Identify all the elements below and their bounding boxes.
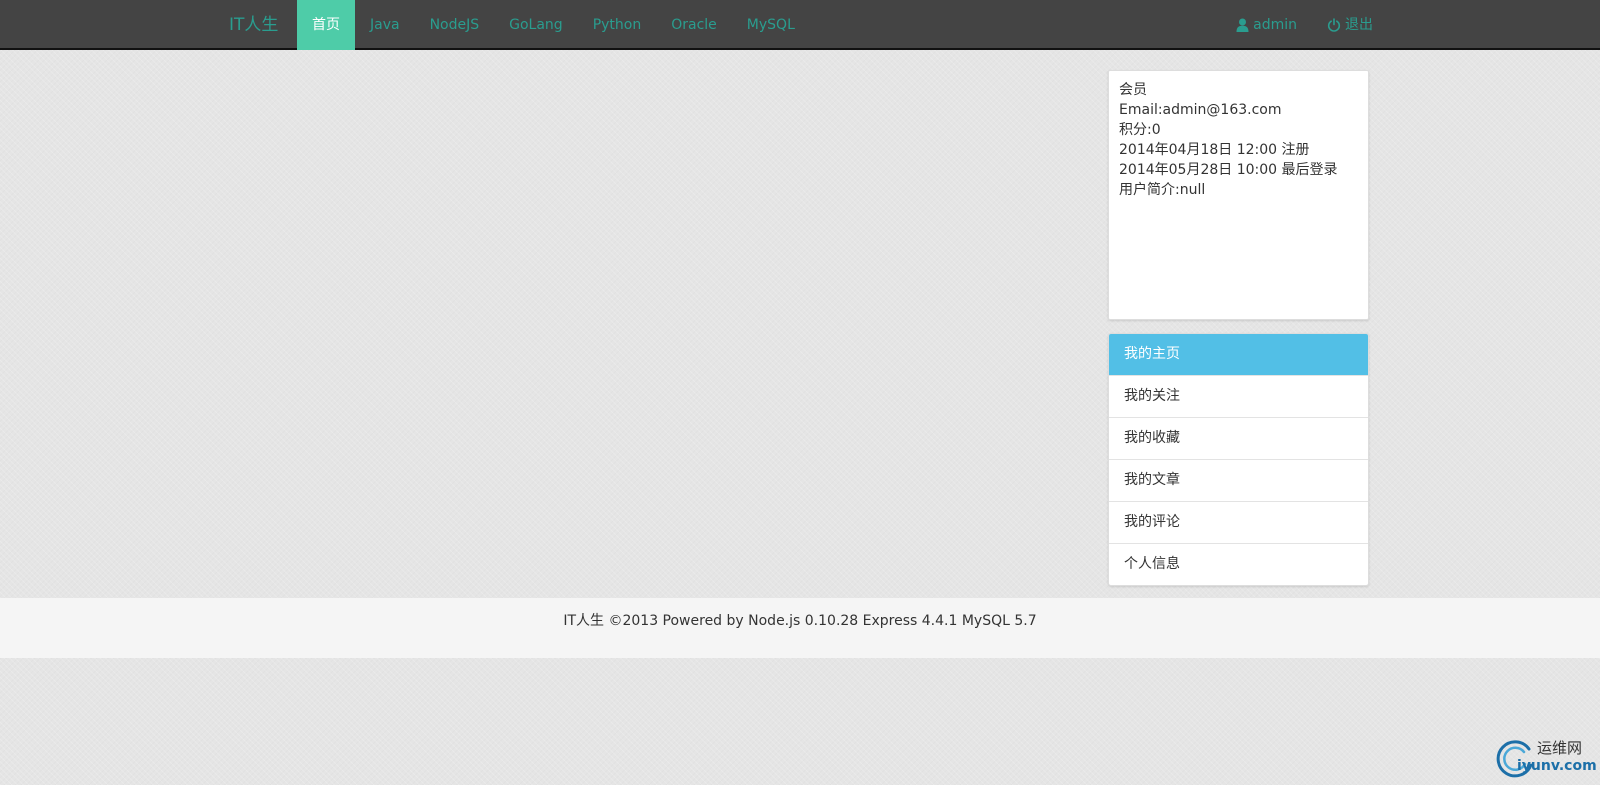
menu-item-personal-info[interactable]: 个人信息 bbox=[1109, 543, 1368, 585]
footer-text: IT人生 ©2013 Powered by Node.js 0.10.28 Ex… bbox=[563, 613, 1037, 629]
user-link[interactable]: admin bbox=[1236, 0, 1297, 50]
menu-item-my-follows[interactable]: 我的关注 bbox=[1109, 375, 1368, 417]
menu-item-my-articles[interactable]: 我的文章 bbox=[1109, 459, 1368, 501]
watermark-logo: 运维网 iyunv.com bbox=[1495, 735, 1597, 781]
profile-last-login: 2014年05月28日 10:00 最后登录 bbox=[1119, 162, 1338, 178]
user-nav: admin 退出 bbox=[1236, 0, 1373, 50]
user-label: admin bbox=[1253, 17, 1297, 33]
nav-item-home[interactable]: 首页 bbox=[297, 0, 355, 50]
profile-registered: 2014年04月18日 12:00 注册 bbox=[1119, 142, 1310, 158]
footer: IT人生 ©2013 Powered by Node.js 0.10.28 Ex… bbox=[0, 598, 1600, 658]
profile-points: 积分:0 bbox=[1119, 122, 1161, 138]
nav-item-java[interactable]: Java bbox=[355, 0, 415, 50]
top-navbar: IT人生 首页 Java NodeJS GoLang Python Oracle… bbox=[0, 0, 1600, 50]
profile-email: Email:admin@163.com bbox=[1119, 102, 1282, 118]
watermark-text-en: iyunv.com bbox=[1517, 758, 1597, 774]
profile-bio: 用户简介:null bbox=[1119, 182, 1206, 198]
nav-item-oracle[interactable]: Oracle bbox=[656, 0, 732, 50]
profile-role: 会员 bbox=[1119, 82, 1147, 98]
watermark-text-cn: 运维网 bbox=[1537, 739, 1583, 757]
menu-item-my-favorites[interactable]: 我的收藏 bbox=[1109, 417, 1368, 459]
profile-card: 会员 Email:admin@163.com 积分:0 2014年04月18日 … bbox=[1108, 70, 1369, 320]
power-icon bbox=[1327, 18, 1341, 32]
nav-item-nodejs[interactable]: NodeJS bbox=[415, 0, 495, 50]
brand-link[interactable]: IT人生 bbox=[229, 0, 278, 50]
nav-item-python[interactable]: Python bbox=[578, 0, 657, 50]
logout-link[interactable]: 退出 bbox=[1327, 0, 1373, 50]
main-nav: 首页 Java NodeJS GoLang Python Oracle MySQ… bbox=[297, 0, 810, 50]
nav-item-golang[interactable]: GoLang bbox=[494, 0, 578, 50]
user-menu: 我的主页 我的关注 我的收藏 我的文章 我的评论 个人信息 bbox=[1108, 333, 1369, 586]
logout-label: 退出 bbox=[1345, 17, 1373, 33]
menu-item-my-comments[interactable]: 我的评论 bbox=[1109, 501, 1368, 543]
menu-item-my-home[interactable]: 我的主页 bbox=[1109, 334, 1368, 375]
nav-item-mysql[interactable]: MySQL bbox=[732, 0, 810, 50]
user-icon bbox=[1236, 18, 1249, 32]
